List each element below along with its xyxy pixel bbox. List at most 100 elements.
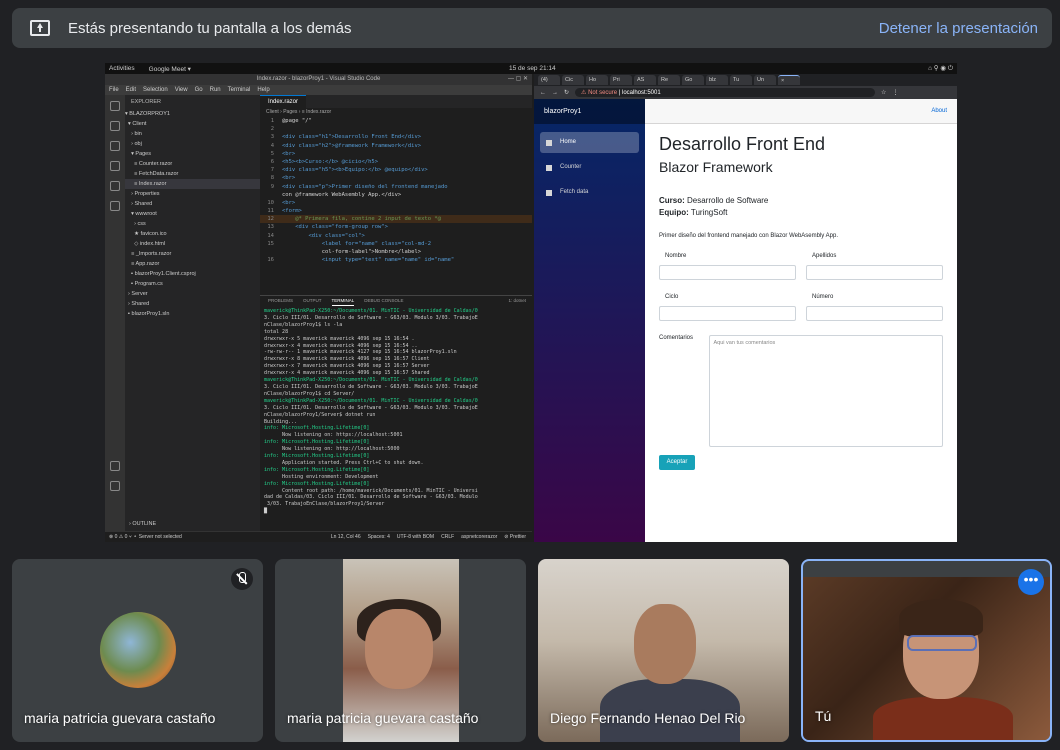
menu-run[interactable]: Run: [210, 87, 221, 93]
menu-edit[interactable]: Edit: [126, 87, 136, 93]
browser-tab[interactable]: Go: [682, 75, 704, 85]
tree-item[interactable]: ▾ wwwroot: [125, 209, 260, 219]
code-line[interactable]: 15 <label for="name" class="col-md-2: [260, 240, 532, 248]
outline-section[interactable]: › OUTLINE: [129, 519, 156, 529]
stop-presenting-button[interactable]: Detener la presentación: [879, 20, 1038, 37]
bookmark-star-icon[interactable]: ☆: [881, 89, 886, 96]
browser-tab[interactable]: Ho: [586, 75, 608, 85]
tree-item[interactable]: ≡ Index.razor: [125, 179, 260, 189]
code-line[interactable]: con @framework WebAsembly App.</div>: [260, 191, 532, 199]
browser-tab[interactable]: (4): [538, 75, 560, 85]
code-line[interactable]: 3 <div class="h1">Desarrollo Front End</d…: [260, 133, 532, 141]
participant-tile[interactable]: maria patricia guevara castaño: [275, 559, 526, 742]
menu-selection[interactable]: Selection: [143, 87, 168, 93]
tree-item[interactable]: ▪ Program.cs: [125, 279, 260, 289]
code-line[interactable]: 5 <br>: [260, 150, 532, 158]
activities-button[interactable]: Activities: [109, 65, 135, 72]
tree-item[interactable]: ≡ _Imports.razor: [125, 249, 260, 259]
account-icon[interactable]: [110, 461, 120, 471]
status-cursor[interactable]: Ln 12, Col 46: [331, 534, 361, 540]
code-line[interactable]: 1 @page "/": [260, 117, 532, 125]
terminal-output[interactable]: maverick@ThinkPad-X250:~/Documents/01. M…: [260, 306, 532, 530]
terminal-selector[interactable]: 1: dotnet: [508, 296, 532, 306]
tab-terminal[interactable]: TERMINAL: [331, 296, 355, 306]
tab-debug-console[interactable]: DEBUG CONSOLE: [364, 296, 403, 306]
tab-problems[interactable]: PROBLEMS: [268, 296, 293, 306]
apellidos-input[interactable]: [806, 265, 943, 280]
self-tile[interactable]: ••• Tú: [801, 559, 1052, 742]
search-icon[interactable]: [110, 121, 120, 131]
numero-input[interactable]: [806, 306, 943, 321]
code-line[interactable]: 14 <div class="col">: [260, 232, 532, 240]
blazor-brand[interactable]: blazorProy1: [534, 99, 645, 124]
browser-tab[interactable]: Tu: [730, 75, 752, 85]
browser-tab[interactable]: AS: [634, 75, 656, 85]
window-controls[interactable]: — ▢ ✕: [508, 74, 528, 85]
code-line[interactable]: 9 <div class="p">Primer diseño del fronte…: [260, 183, 532, 191]
tree-item[interactable]: › obj: [125, 139, 260, 149]
status-language[interactable]: aspnetcorerazor: [461, 534, 497, 540]
browser-tab[interactable]: Un: [754, 75, 776, 85]
tree-item[interactable]: ▾ Pages: [125, 149, 260, 159]
terminal-panel[interactable]: PROBLEMS OUTPUT TERMINAL DEBUG CONSOLE 1…: [260, 295, 532, 531]
explorer-icon[interactable]: [110, 101, 120, 111]
tree-item[interactable]: ▪ blazorProy1.Client.csproj: [125, 269, 260, 279]
code-line[interactable]: 11 <form>: [260, 207, 532, 215]
status-prettier[interactable]: ⊘ Prettier: [504, 534, 526, 540]
code-editor[interactable]: Index.razor Client › Pages › ≡ Index.raz…: [260, 95, 532, 295]
settings-gear-icon[interactable]: [110, 481, 120, 491]
tree-item[interactable]: ◇ index.html: [125, 239, 260, 249]
url-field[interactable]: ⚠ Not secure | localhost:5001: [575, 88, 876, 97]
reload-icon[interactable]: ↻: [564, 89, 569, 96]
nombre-input[interactable]: [659, 265, 796, 280]
comentarios-textarea[interactable]: Aqui van tus comentarios: [708, 335, 943, 447]
participant-tile[interactable]: Diego Fernando Henao Del Rio: [538, 559, 789, 742]
nav-fetch-data[interactable]: Fetch data: [540, 182, 639, 203]
extensions-icon[interactable]: [110, 181, 120, 191]
forward-arrow-icon[interactable]: →: [552, 90, 558, 96]
tree-item[interactable]: › Properties: [125, 189, 260, 199]
back-arrow-icon[interactable]: ←: [540, 90, 546, 96]
menu-help[interactable]: Help: [257, 87, 269, 93]
not-secure-badge[interactable]: ⚠ Not secure: [581, 90, 617, 96]
browser-tab[interactable]: blz: [706, 75, 728, 85]
tree-item[interactable]: ▪ blazorProy1.sln: [125, 309, 260, 319]
code-line[interactable]: 6 <h5><b>Curso:</b> @cicio</h5>: [260, 158, 532, 166]
nav-home[interactable]: Home: [540, 132, 639, 153]
run-debug-icon[interactable]: [110, 161, 120, 171]
code-line[interactable]: 16 <input type="text" name="name" id="na…: [260, 256, 532, 264]
browser-tab-active[interactable]: ×: [778, 75, 800, 85]
tree-item[interactable]: › bin: [125, 129, 260, 139]
tree-item[interactable]: ★ favicon.ico: [125, 229, 260, 239]
status-eol[interactable]: CRLF: [441, 534, 454, 540]
status-problems[interactable]: ⊗ 0 ⚠ 0 ⑂ ⚬ Server not selected: [109, 534, 182, 540]
aceptar-button[interactable]: Aceptar: [659, 455, 695, 470]
system-tray-icons[interactable]: ⌂ ⚲ ◉ ⏻: [928, 64, 953, 73]
ciclo-input[interactable]: [659, 306, 796, 321]
code-line[interactable]: 10 <br>: [260, 199, 532, 207]
tree-item[interactable]: › css: [125, 219, 260, 229]
menu-file[interactable]: File: [109, 87, 119, 93]
tree-item[interactable]: ▾ BLAZORPROY1: [125, 109, 260, 119]
menu-view[interactable]: View: [175, 87, 188, 93]
more-options-button[interactable]: •••: [1018, 569, 1044, 595]
tree-item[interactable]: › Server: [125, 289, 260, 299]
code-line[interactable]: 4 <div class="h2">@framework Framework</d…: [260, 142, 532, 150]
tree-item[interactable]: › Shared: [125, 199, 260, 209]
breadcrumb[interactable]: Client › Pages › ≡ Index.razor: [260, 108, 532, 117]
code-line[interactable]: 13 <div class="form-group row">: [260, 223, 532, 231]
os-clock[interactable]: 15 de sep 21:14: [509, 65, 556, 72]
menu-go[interactable]: Go: [195, 87, 203, 93]
active-app-menu[interactable]: Google Meet ▾: [149, 65, 191, 73]
browser-menu-icon[interactable]: ⋮: [892, 89, 898, 96]
browser-tab[interactable]: Re: [658, 75, 680, 85]
code-line[interactable]: 12 @* Primera fila, contine 2 input de t…: [260, 215, 532, 224]
browser-tab[interactable]: Cic: [562, 75, 584, 85]
code-line[interactable]: col-form-label">Nombre</label>: [260, 248, 532, 256]
status-spaces[interactable]: Spaces: 4: [368, 534, 390, 540]
tree-item[interactable]: ≡ FetchData.razor: [125, 169, 260, 179]
tab-index-razor[interactable]: Index.razor: [260, 95, 307, 108]
tree-item[interactable]: › Shared: [125, 299, 260, 309]
code-line[interactable]: 8 <br>: [260, 174, 532, 182]
menu-terminal[interactable]: Terminal: [228, 87, 251, 93]
